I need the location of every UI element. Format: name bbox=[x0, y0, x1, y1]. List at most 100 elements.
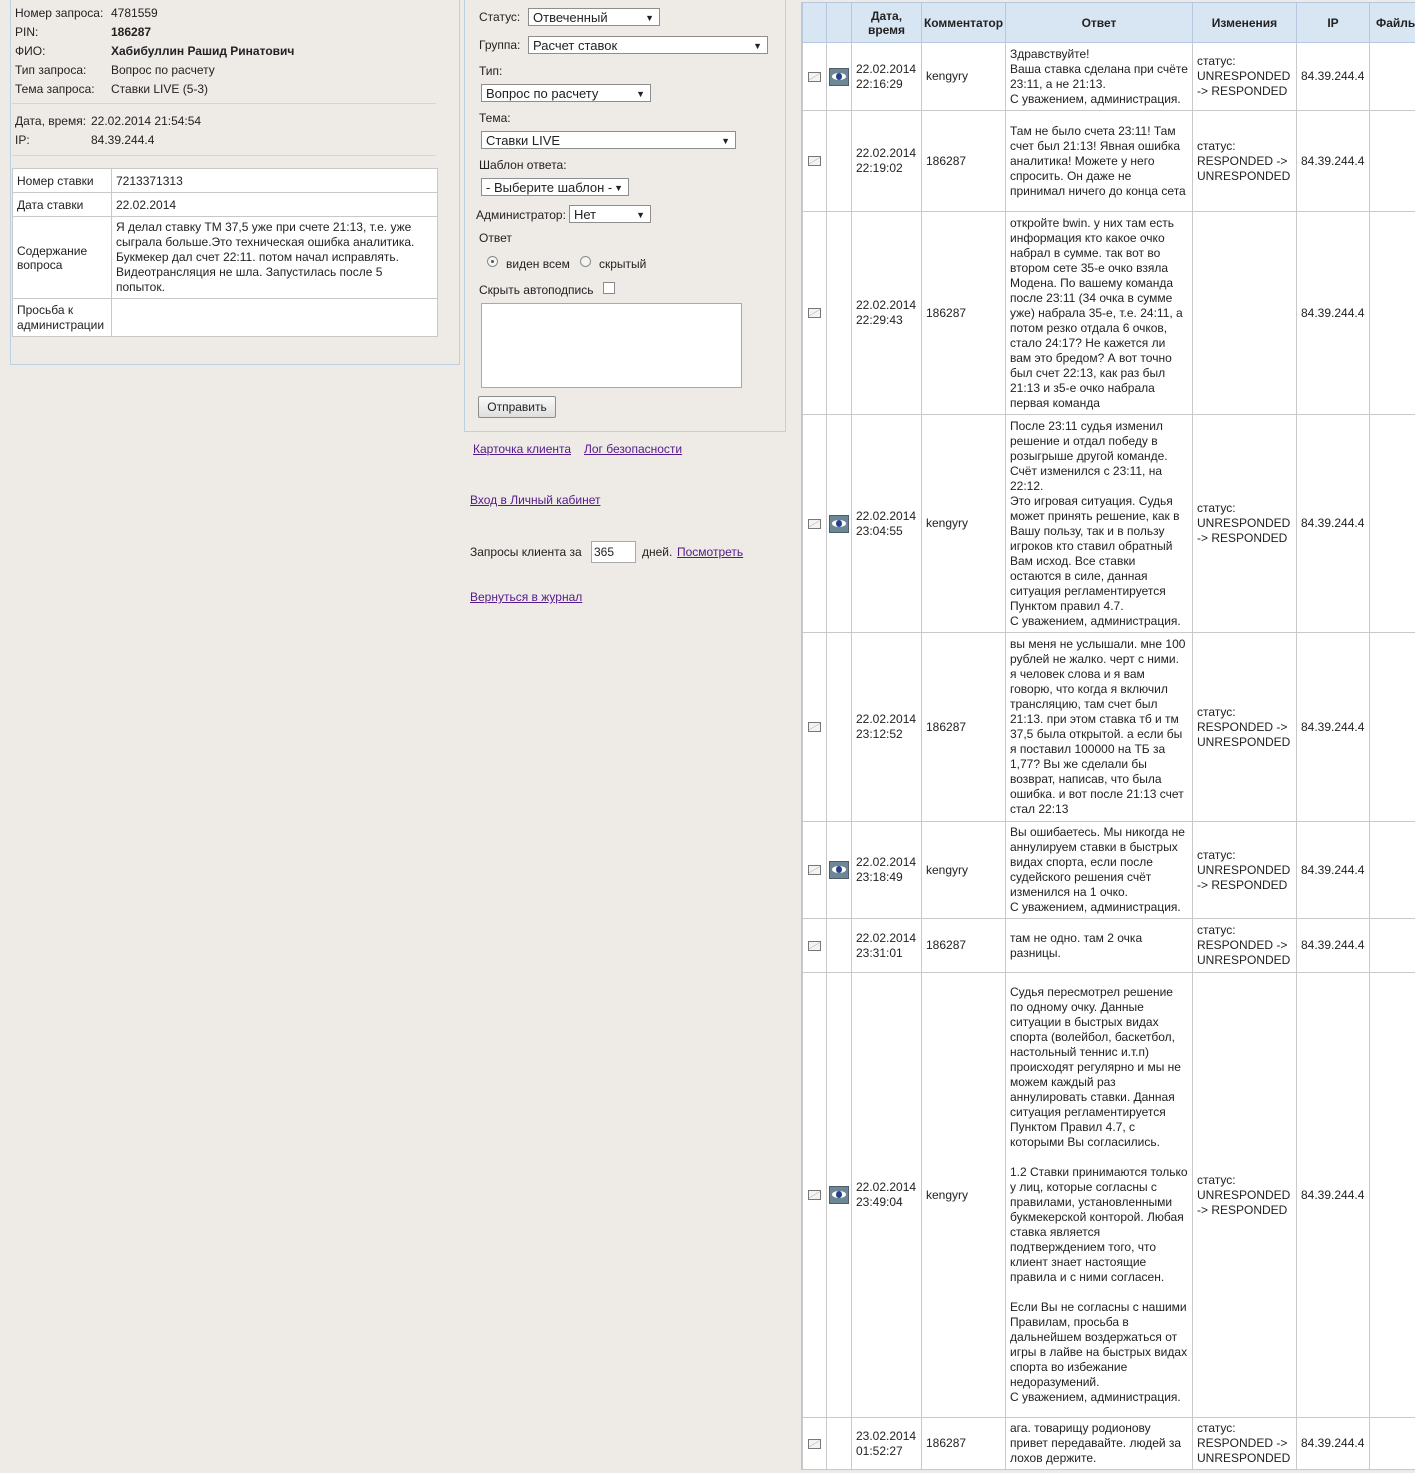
envelope-cell[interactable] bbox=[802, 972, 827, 1418]
history-files bbox=[1369, 42, 1415, 111]
view-link[interactable]: Посмотреть bbox=[677, 545, 743, 559]
history-ip: 84.39.244.4 bbox=[1296, 632, 1370, 822]
request-topic-label: Тема запроса: bbox=[15, 82, 95, 96]
table-row: 22.02.2014 22:29:43 186287 откройте bwin. … bbox=[802, 211, 1415, 415]
request-ip-label: IP: bbox=[15, 133, 30, 147]
request-topic-value: Ставки LIVE (5-3) bbox=[111, 82, 209, 96]
history-changes: статус: UNRESPONDED -> RESPONDED bbox=[1192, 821, 1297, 919]
envelope-cell[interactable] bbox=[802, 1417, 827, 1470]
bet-details-table: Номер ставки 7213371313 Дата ставки 22.0… bbox=[12, 168, 438, 337]
history-answer: Вы ошибаетесь. Мы никогда не аннулируем … bbox=[1005, 821, 1193, 919]
envelope-icon[interactable] bbox=[808, 722, 821, 733]
history-files bbox=[1369, 821, 1415, 919]
header-answer[interactable]: Ответ bbox=[1005, 2, 1193, 43]
table-row: 22.02.2014 23:12:52 186287 вы меня не услы… bbox=[802, 632, 1415, 822]
dropdown-arrow-icon: ▼ bbox=[614, 183, 623, 193]
visibility-cell bbox=[826, 211, 852, 415]
group-value: Расчет ставок bbox=[533, 38, 618, 53]
fio-row: ФИО: Хабибуллин Рашид Ринатович bbox=[15, 44, 294, 58]
envelope-cell[interactable] bbox=[802, 821, 827, 919]
header-changes[interactable]: Изменения bbox=[1192, 2, 1297, 43]
status-select[interactable]: Отвеченный ▼ bbox=[528, 8, 660, 26]
header-icon-col bbox=[802, 2, 827, 43]
template-select[interactable]: - Выберите шаблон - ▼ bbox=[481, 178, 629, 196]
request-number-row: Номер запроса: 4781559 bbox=[15, 6, 158, 20]
pin-label: PIN: bbox=[15, 25, 39, 39]
history-author: 186287 bbox=[921, 918, 1006, 973]
header-author[interactable]: Комментатор bbox=[921, 2, 1006, 43]
history-files bbox=[1369, 211, 1415, 415]
hide-signature-checkbox[interactable] bbox=[603, 282, 615, 294]
bet-date-value: 22.02.2014 bbox=[111, 192, 438, 217]
admin-value: Нет bbox=[574, 207, 597, 222]
header-ip[interactable]: IP bbox=[1296, 2, 1370, 43]
admin-select[interactable]: Нет ▼ bbox=[569, 205, 651, 223]
bet-number-value: 7213371313 bbox=[111, 168, 438, 193]
bet-request-value bbox=[111, 298, 438, 337]
security-log-link[interactable]: Лог безопасности bbox=[584, 442, 682, 456]
envelope-icon[interactable] bbox=[808, 865, 821, 876]
history-answer: там не одно. там 2 очка разницы. bbox=[1005, 918, 1193, 973]
eye-icon[interactable] bbox=[829, 861, 849, 879]
back-to-journal-link[interactable]: Вернуться в журнал bbox=[470, 590, 582, 604]
history-body: 22.02.2014 22:16:29 kengyry Здравствуйте! … bbox=[802, 42, 1415, 1470]
hidden-label: скрытый bbox=[599, 257, 647, 271]
envelope-icon[interactable] bbox=[808, 1438, 821, 1449]
fio-value: Хабибуллин Рашид Ринатович bbox=[111, 44, 295, 58]
history-author: kengyry bbox=[921, 972, 1006, 1418]
header-files[interactable]: Файлы bbox=[1369, 2, 1415, 43]
group-label: Группа: bbox=[479, 38, 521, 52]
history-ip: 84.39.244.4 bbox=[1296, 414, 1370, 633]
table-row: Содержание вопроса Я делал ставку ТМ 37,… bbox=[12, 216, 438, 299]
history-ip: 84.39.244.4 bbox=[1296, 42, 1370, 111]
table-row: 22.02.2014 23:31:01 186287 там не одно. та… bbox=[802, 918, 1415, 973]
visible-all-radio[interactable] bbox=[487, 256, 498, 267]
envelope-cell[interactable] bbox=[802, 42, 827, 111]
send-button[interactable]: Отправить bbox=[478, 396, 556, 418]
envelope-cell[interactable] bbox=[802, 110, 827, 212]
history-author: 186287 bbox=[921, 110, 1006, 212]
envelope-icon[interactable] bbox=[808, 71, 821, 82]
request-number-label: Номер запроса: bbox=[15, 6, 104, 20]
history-ip: 84.39.244.4 bbox=[1296, 211, 1370, 415]
history-author: 186287 bbox=[921, 1417, 1006, 1470]
envelope-cell[interactable] bbox=[802, 918, 827, 973]
history-author: kengyry bbox=[921, 42, 1006, 111]
envelope-cell[interactable] bbox=[802, 211, 827, 415]
group-select[interactable]: Расчет ставок ▼ bbox=[528, 36, 768, 54]
bet-request-label: Просьба к администрации bbox=[12, 298, 112, 337]
envelope-cell[interactable] bbox=[802, 414, 827, 633]
type-value: Вопрос по расчету bbox=[486, 86, 599, 101]
reply-textarea[interactable] bbox=[481, 303, 742, 388]
dropdown-arrow-icon: ▼ bbox=[636, 210, 645, 220]
request-ip-value: 84.39.244.4 bbox=[91, 133, 155, 147]
envelope-icon[interactable] bbox=[808, 518, 821, 529]
status-value: Отвеченный bbox=[533, 10, 608, 25]
header-eye-col bbox=[826, 2, 852, 43]
cabinet-link[interactable]: Вход в Личный кабинет bbox=[470, 493, 600, 507]
envelope-icon[interactable] bbox=[808, 156, 821, 167]
history-answer: Там не было счета 23:11! Там счет был 21… bbox=[1005, 110, 1193, 212]
request-type-label: Тип запроса: bbox=[15, 63, 87, 77]
eye-icon[interactable] bbox=[829, 1186, 849, 1204]
topic-select[interactable]: Ставки LIVE ▼ bbox=[481, 131, 736, 149]
eye-icon[interactable] bbox=[829, 514, 849, 533]
envelope-icon[interactable] bbox=[808, 940, 821, 951]
hidden-radio[interactable] bbox=[580, 256, 591, 267]
type-label: Тип: bbox=[479, 64, 503, 78]
history-changes: статус: UNRESPONDED -> RESPONDED bbox=[1192, 42, 1297, 111]
header-date[interactable]: Дата, время bbox=[851, 2, 922, 43]
envelope-icon[interactable] bbox=[808, 1190, 821, 1201]
envelope-icon[interactable] bbox=[808, 308, 821, 319]
request-type-value: Вопрос по расчету bbox=[111, 63, 215, 77]
days-input[interactable]: 365 bbox=[591, 541, 636, 563]
envelope-cell[interactable] bbox=[802, 632, 827, 822]
client-card-link[interactable]: Карточка клиента bbox=[473, 442, 571, 456]
history-ip: 84.39.244.4 bbox=[1296, 821, 1370, 919]
visibility-cell bbox=[826, 42, 852, 111]
eye-icon[interactable] bbox=[829, 67, 849, 86]
history-files bbox=[1369, 918, 1415, 973]
pin-value: 186287 bbox=[111, 25, 152, 39]
type-select[interactable]: Вопрос по расчету ▼ bbox=[481, 84, 651, 102]
visibility-cell bbox=[826, 414, 852, 633]
